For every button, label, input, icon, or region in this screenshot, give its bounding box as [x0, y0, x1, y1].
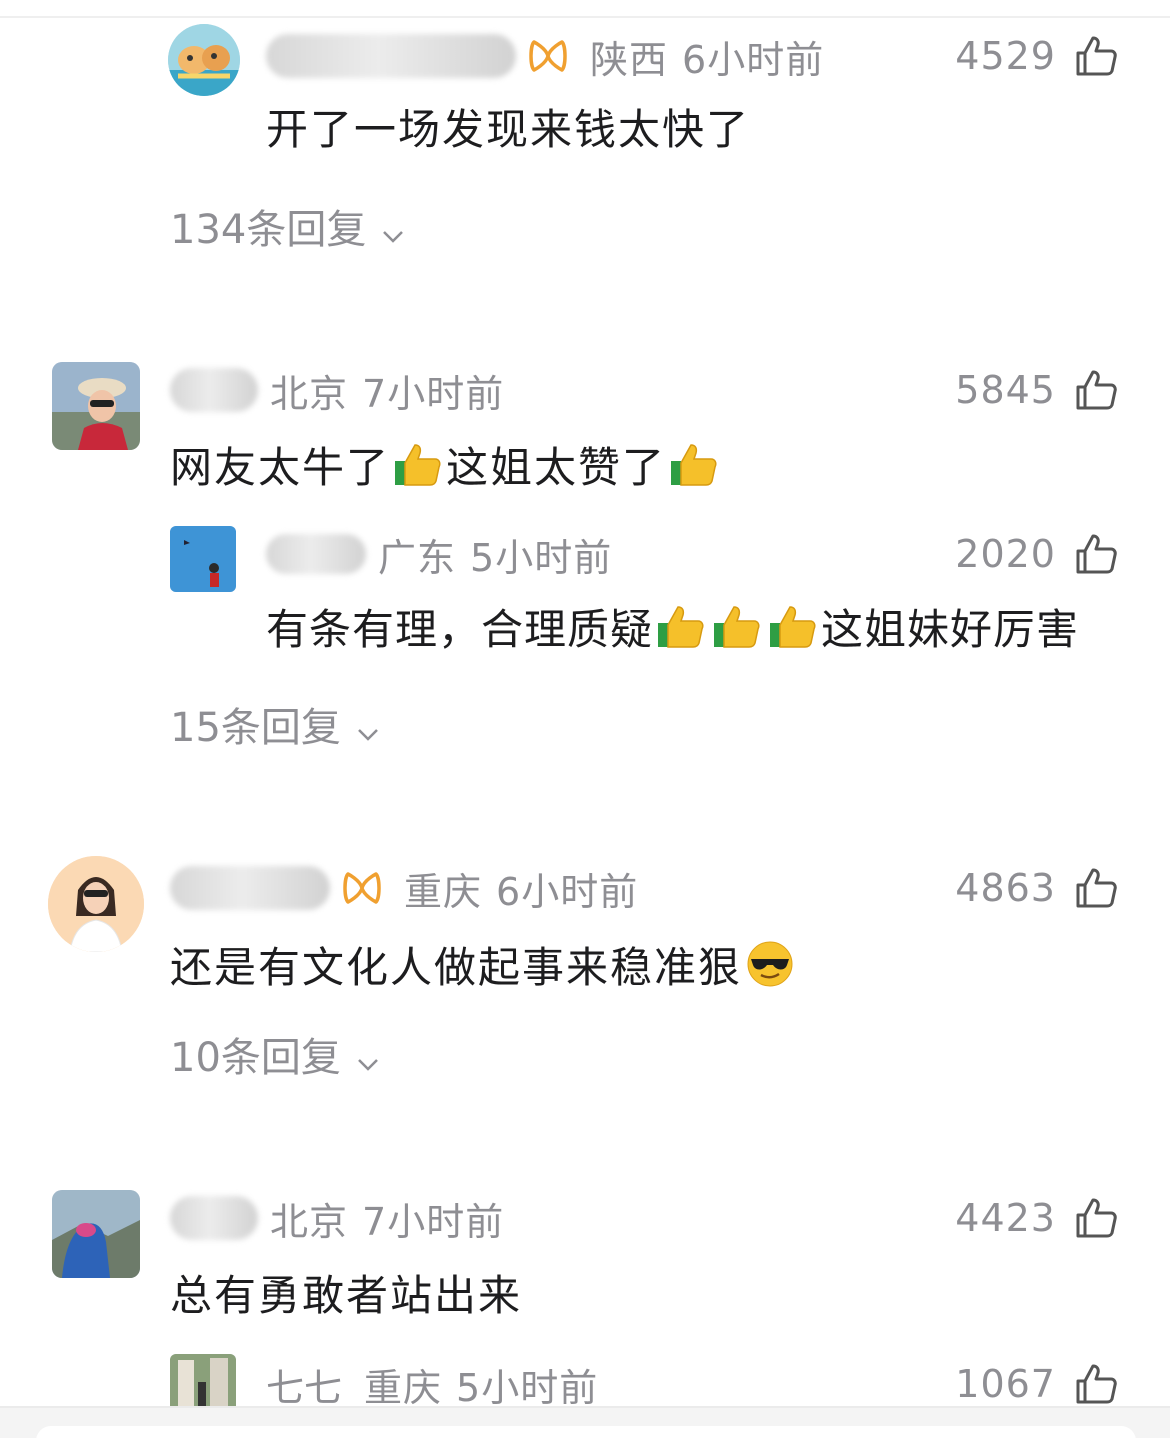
thumbs-up-outline-icon	[1074, 34, 1118, 78]
top-divider	[0, 16, 1170, 18]
thumbs-up-emoji	[393, 439, 443, 489]
comment-meta: 北京 7小时前	[170, 1192, 504, 1244]
avatar[interactable]	[170, 526, 236, 592]
avatar[interactable]	[48, 856, 144, 952]
location-label: 陕西	[590, 37, 669, 82]
blurred-username[interactable]	[170, 1196, 258, 1240]
view-replies-button[interactable]: 15条回复	[170, 696, 381, 752]
view-replies-button[interactable]: 134条回复	[170, 198, 406, 254]
like-button[interactable]: 5845	[955, 364, 1118, 416]
comment-list-screen: 陕西 6小时前 4529 开了一场发现来钱太快了 134条回复 北京 7小时前 …	[0, 0, 1170, 1438]
avatar[interactable]	[52, 362, 140, 450]
comment-text: 总有勇敢者站出来	[170, 1270, 523, 1320]
thumbs-up-emoji	[669, 439, 719, 489]
comment-input-field[interactable]	[36, 1426, 1136, 1438]
like-button[interactable]: 4423	[955, 1192, 1118, 1244]
thumbs-up-emoji	[768, 601, 818, 651]
like-count: 5845	[955, 368, 1056, 412]
location-label: 重庆	[404, 869, 483, 914]
timestamp: 5小时前	[456, 1365, 599, 1410]
sunglasses-face-emoji	[745, 939, 795, 989]
thumbs-up-outline-icon	[1074, 532, 1118, 576]
reply-meta: 七七 重庆 5小时前	[266, 1358, 598, 1410]
like-button[interactable]: 2020	[955, 528, 1118, 580]
comment-text: 还是有文化人做起事来稳准狠	[170, 936, 798, 992]
comment-meta: 北京 7小时前	[170, 364, 504, 416]
location-label: 北京	[270, 1199, 349, 1244]
chevron-down-icon	[355, 1041, 381, 1071]
avatar[interactable]	[168, 24, 240, 96]
thumbs-up-emoji	[712, 601, 762, 651]
timestamp: 6小时前	[682, 37, 825, 82]
orange-bow-badge-icon	[342, 868, 382, 908]
view-replies-button[interactable]: 10条回复	[170, 1026, 381, 1082]
like-count: 4863	[955, 866, 1056, 910]
like-button[interactable]: 1067	[955, 1358, 1118, 1410]
reply-text-part: 这姐妹好厉害	[821, 604, 1080, 654]
thumbs-up-outline-icon	[1074, 1196, 1118, 1240]
orange-bow-badge-icon	[528, 36, 568, 76]
like-count: 1067	[955, 1362, 1056, 1406]
comment-text-part: 这姐太赞了	[446, 442, 667, 492]
comment-text: 开了一场发现来钱太快了	[266, 104, 751, 154]
timestamp: 7小时前	[362, 371, 505, 416]
thumbs-up-outline-icon	[1074, 866, 1118, 910]
like-count: 2020	[955, 532, 1056, 576]
timestamp: 7小时前	[362, 1199, 505, 1244]
thumbs-up-outline-icon	[1074, 368, 1118, 412]
reply-username[interactable]: 七七	[266, 1357, 342, 1412]
comment-text: 网友太牛了 这姐太赞了	[170, 436, 722, 492]
timestamp: 6小时前	[496, 869, 639, 914]
location-label: 广东	[378, 535, 457, 580]
like-button[interactable]: 4863	[955, 862, 1118, 914]
like-count: 4529	[955, 34, 1056, 78]
reply-text-part: 有条有理，合理质疑	[266, 604, 654, 654]
reply-meta: 广东 5小时前	[266, 528, 612, 580]
like-count: 4423	[955, 1196, 1056, 1240]
blurred-username[interactable]	[266, 534, 366, 574]
comment-meta: 陕西 6小时前	[266, 30, 824, 82]
reply-text: 有条有理，合理质疑 这姐妹好厉害	[266, 598, 1079, 654]
chevron-down-icon	[355, 711, 381, 741]
replies-count-label: 15条回复	[170, 705, 341, 751]
replies-count-label: 134条回复	[170, 207, 367, 253]
location-label: 重庆	[364, 1365, 443, 1410]
avatar[interactable]	[52, 1190, 140, 1278]
location-label: 北京	[270, 371, 349, 416]
chevron-down-icon	[380, 213, 406, 243]
like-button[interactable]: 4529	[955, 30, 1118, 82]
comment-text-part: 还是有文化人做起事来稳准狠	[170, 942, 743, 992]
thumbs-up-outline-icon	[1074, 1362, 1118, 1406]
replies-count-label: 10条回复	[170, 1035, 341, 1081]
avatar[interactable]	[170, 1354, 236, 1406]
comment-text-part: 网友太牛了	[170, 442, 391, 492]
timestamp: 5小时前	[470, 535, 613, 580]
comment-meta: 重庆 6小时前	[170, 862, 638, 914]
blurred-username[interactable]	[170, 368, 258, 412]
blurred-username[interactable]	[170, 866, 330, 910]
thumbs-up-emoji	[656, 601, 706, 651]
blurred-username[interactable]	[266, 34, 516, 78]
